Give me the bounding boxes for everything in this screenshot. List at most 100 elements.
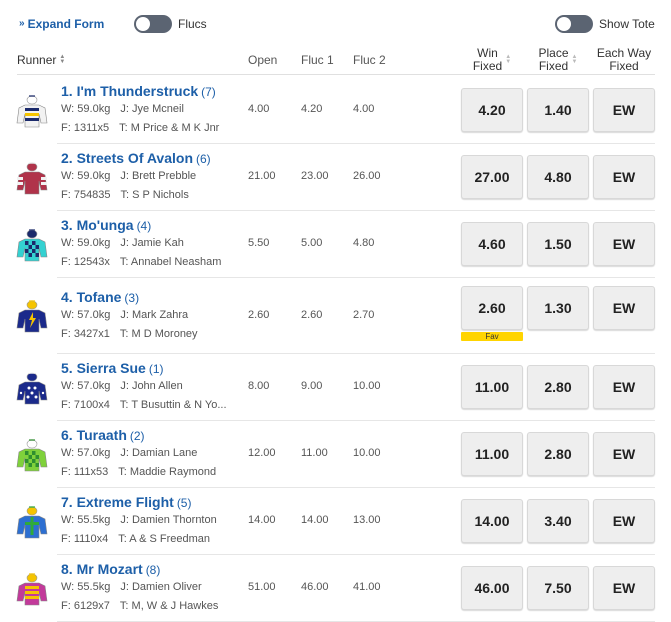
runner-form: F: 1311x5 <box>61 122 110 134</box>
win-header-line2: Fixed <box>472 59 503 73</box>
ew-header-line1: Each Way <box>596 46 652 60</box>
each-way-button[interactable]: EW <box>593 286 655 330</box>
runner-form-trainer: F: 7100x4 T: T Busuttin & N Yo... <box>61 399 227 411</box>
runner-jockey: J: Damian Lane <box>120 447 198 459</box>
runner-trainer: T: S P Nichols <box>120 189 189 201</box>
flucs-toggle-group: Flucs <box>134 15 207 33</box>
flucs-label: Flucs <box>178 17 207 31</box>
fluc2-price: 41.00 <box>353 581 381 593</box>
table-row: 2. Streets Of Avalon (6) W: 59.0kg J: Brett… <box>0 143 671 211</box>
each-way-button[interactable]: EW <box>593 87 655 132</box>
place-fixed-button[interactable]: 1.40 <box>527 87 589 132</box>
runner-column-header[interactable]: Runner ▲ ▼ <box>17 45 65 75</box>
runner-form-trainer: F: 1110x4 T: A & S Freedman <box>61 533 210 545</box>
fluc1-price: 23.00 <box>301 170 329 182</box>
fluc2-price: 26.00 <box>353 170 381 182</box>
table-row: 7. Extreme Flight (5) W: 55.5kg J: Damien T… <box>0 487 671 555</box>
fluc1-column-header: Fluc 1 <box>301 45 334 75</box>
win-fixed-button[interactable]: 46.00 <box>461 565 523 610</box>
open-header-label: Open <box>248 53 278 67</box>
open-price: 5.50 <box>248 237 270 249</box>
place-fixed-button[interactable]: 4.80 <box>527 154 589 199</box>
table-row: 1. I'm Thunderstruck (7) W: 59.0kg J: Jye M… <box>0 76 671 144</box>
runner-name: 8. Mr Mozart <box>61 561 143 577</box>
win-fixed-button[interactable]: 11.00 <box>461 431 523 476</box>
fluc2-price: 4.80 <box>353 237 375 249</box>
fluc2-price: 2.70 <box>353 309 375 321</box>
flucs-toggle[interactable] <box>134 15 172 33</box>
fluc1-price: 11.00 <box>301 447 328 459</box>
runner-jockey: J: Damien Oliver <box>120 581 202 593</box>
chevron-down-double-icon: » <box>19 18 25 29</box>
each-way-button[interactable]: EW <box>593 154 655 199</box>
runner-trainer: T: M, W & J Hawkes <box>119 600 219 612</box>
open-price: 21.00 <box>248 170 276 182</box>
place-fixed-column-header[interactable]: Place Fixed ▲ ▼ <box>527 45 589 75</box>
fluc2-price: 4.00 <box>353 103 375 115</box>
runner-name-link[interactable]: 2. Streets Of Avalon (6) <box>61 150 211 166</box>
place-header-line2: Fixed <box>538 59 569 73</box>
runner-name-link[interactable]: 1. I'm Thunderstruck (7) <box>61 83 216 99</box>
place-fixed-button[interactable]: 2.80 <box>527 364 589 409</box>
show-tote-toggle[interactable] <box>555 15 593 33</box>
runner-form: F: 12543x <box>61 256 110 268</box>
runner-name: 7. Extreme Flight <box>61 494 174 510</box>
runner-trainer: T: M Price & M K Jnr <box>119 122 220 134</box>
place-fixed-button[interactable]: 3.40 <box>527 498 589 543</box>
win-fixed-button[interactable]: 27.00 <box>461 154 523 199</box>
runner-form-trainer: F: 111x53 T: Maddie Raymond <box>61 466 216 478</box>
barrier-number: (3) <box>124 291 140 305</box>
runner-trainer: T: Annabel Neasham <box>119 256 222 268</box>
runner-name-link[interactable]: 6. Turaath (2) <box>61 427 145 443</box>
place-fixed-button[interactable]: 1.30 <box>527 286 589 330</box>
runner-jockey: J: Mark Zahra <box>120 309 189 321</box>
favourite-badge: Fav <box>461 332 523 341</box>
runner-weight: W: 57.0kg <box>61 309 111 321</box>
runner-form-trainer: F: 12543x T: Annabel Neasham <box>61 256 221 268</box>
each-way-button[interactable]: EW <box>593 431 655 476</box>
each-way-button[interactable]: EW <box>593 364 655 409</box>
runner-jockey: J: Damien Thornton <box>120 514 217 526</box>
runner-name: 5. Sierra Sue <box>61 360 146 376</box>
open-price: 8.00 <box>248 380 270 392</box>
each-way-button[interactable]: EW <box>593 565 655 610</box>
each-way-button[interactable]: EW <box>593 498 655 543</box>
runner-name-link[interactable]: 5. Sierra Sue (1) <box>61 360 164 376</box>
runner-list: 1. I'm Thunderstruck (7) W: 59.0kg J: Jye M… <box>0 76 671 622</box>
sort-icon: ▲ ▼ <box>505 54 512 65</box>
runner-trainer: T: Maddie Raymond <box>118 466 217 478</box>
win-fixed-button[interactable]: 4.60 <box>461 221 523 266</box>
expand-form-button[interactable]: » Expand Form <box>19 17 104 31</box>
runner-name: 2. Streets Of Avalon <box>61 150 194 166</box>
runner-name-link[interactable]: 3. Mo'unga (4) <box>61 217 151 233</box>
runner-weight-jockey: W: 55.5kg J: Damien Thornton <box>61 514 217 526</box>
jockey-silk-icon <box>16 503 48 543</box>
each-way-button[interactable]: EW <box>593 221 655 266</box>
runner-name-link[interactable]: 7. Extreme Flight (5) <box>61 494 191 510</box>
win-fixed-button[interactable]: 11.00 <box>461 364 523 409</box>
place-fixed-button[interactable]: 2.80 <box>527 431 589 476</box>
runner-form: F: 6129x7 <box>61 600 110 612</box>
runner-weight-jockey: W: 59.0kg J: Brett Prebble <box>61 170 196 182</box>
fluc2-price: 10.00 <box>353 447 381 459</box>
win-fixed-column-header[interactable]: Win Fixed ▲ ▼ <box>461 45 523 75</box>
open-price: 12.00 <box>248 447 276 459</box>
table-row: 6. Turaath (2) W: 57.0kg J: Damian Lane F: 1… <box>0 420 671 488</box>
win-fixed-button[interactable]: 4.20 <box>461 87 523 132</box>
jockey-silk-icon <box>16 92 48 132</box>
runner-weight-jockey: W: 55.5kg J: Damien Oliver <box>61 581 202 593</box>
fluc1-header-label: Fluc 1 <box>301 53 334 67</box>
runner-name-link[interactable]: 4. Tofane (3) <box>61 289 139 305</box>
runner-name-link[interactable]: 8. Mr Mozart (8) <box>61 561 160 577</box>
toolbar: » Expand Form Flucs Show Tote <box>0 0 671 48</box>
runner-trainer: T: M D Moroney <box>119 328 198 340</box>
place-fixed-button[interactable]: 7.50 <box>527 565 589 610</box>
runner-form-trainer: F: 6129x7 T: M, W & J Hawkes <box>61 600 218 612</box>
runner-form-trainer: F: 1311x5 T: M Price & M K Jnr <box>61 122 219 134</box>
jockey-silk-icon <box>16 369 48 409</box>
open-price: 2.60 <box>248 309 270 321</box>
place-fixed-button[interactable]: 1.50 <box>527 221 589 266</box>
runner-weight-jockey: W: 59.0kg J: Jye Mcneil <box>61 103 184 115</box>
win-fixed-button[interactable]: 14.00 <box>461 498 523 543</box>
win-fixed-button[interactable]: 2.60 <box>461 286 523 330</box>
